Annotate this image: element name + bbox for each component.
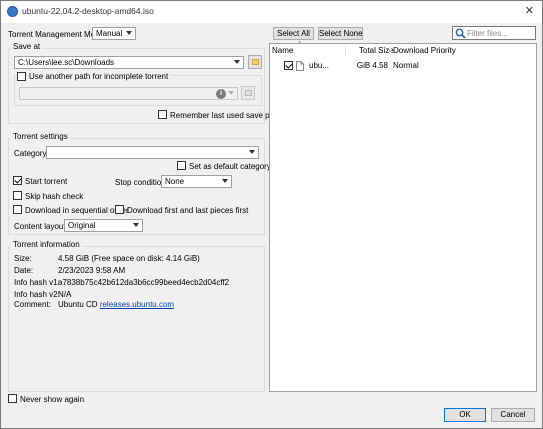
cancel-button[interactable]: Cancel	[491, 408, 535, 422]
comment-text: Ubuntu CD	[58, 300, 98, 309]
file-icon	[296, 61, 304, 71]
skip-hash-label: Skip hash check	[25, 192, 84, 201]
column-header-name[interactable]: Name	[272, 46, 293, 55]
search-icon	[455, 28, 466, 39]
ok-button[interactable]: OK	[444, 408, 486, 422]
file-row-size: 4.58 GiB	[356, 61, 388, 70]
select-all-button[interactable]: Select All	[273, 27, 314, 40]
never-show-label: Never show again	[20, 395, 85, 404]
skip-hash-checkbox[interactable]	[13, 191, 22, 200]
close-icon[interactable]: ✕	[525, 4, 534, 17]
file-row-priority[interactable]: Normal	[393, 61, 419, 70]
column-separator[interactable]	[390, 46, 391, 56]
first-last-label: Download first and last pieces first	[127, 206, 249, 215]
tmm-select[interactable]: Manual	[92, 27, 136, 40]
use-another-path-checkbox[interactable]	[17, 72, 26, 81]
chevron-down-icon	[222, 179, 228, 183]
folder-icon	[245, 90, 252, 96]
incomplete-path-combo[interactable]: i	[19, 87, 238, 100]
start-torrent-label: Start torrent	[25, 177, 68, 186]
file-tree[interactable]: ^ Name Total Size Download Priority ubu.…	[269, 41, 537, 392]
set-default-category-label: Set as default category	[189, 162, 271, 171]
comment-link[interactable]: releases.ubuntu.com	[100, 300, 174, 309]
first-last-checkbox[interactable]	[115, 205, 124, 214]
torrent-info-title: Torrent information	[11, 240, 82, 249]
file-row-checkbox[interactable]	[284, 61, 293, 70]
chevron-down-icon	[228, 91, 234, 95]
stop-condition-select[interactable]: None	[161, 175, 232, 188]
info-hash-v1-value: a7838b75c42b612da3b6cc99beed4ecb2d04cff2	[58, 278, 230, 287]
chevron-down-icon	[133, 223, 139, 227]
info-hash-v2-value: N/A	[58, 290, 72, 299]
torrent-settings-title: Torrent settings	[11, 132, 70, 141]
content-layout-label: Content layout:	[14, 222, 68, 231]
window-title: ubuntu-22.04.2-desktop-amd64.iso	[22, 6, 154, 16]
sequential-label: Download in sequential order	[25, 206, 129, 215]
app-icon	[7, 6, 18, 17]
filter-files-placeholder: Filter files...	[467, 29, 508, 38]
title-bar: ubuntu-22.04.2-desktop-amd64.iso ✕	[1, 1, 542, 23]
date-label: Date:	[14, 266, 34, 275]
info-hash-v1-label: Info hash v1:	[14, 278, 60, 287]
category-combo[interactable]	[46, 146, 259, 159]
info-icon: i	[216, 89, 226, 99]
size-label: Size:	[14, 254, 32, 263]
content-layout-value: Original	[68, 221, 96, 230]
chevron-down-icon	[126, 31, 132, 35]
column-separator[interactable]	[345, 46, 346, 56]
chevron-down-icon	[234, 60, 240, 64]
add-torrent-dialog: ubuntu-22.04.2-desktop-amd64.iso ✕ Torre…	[0, 0, 543, 429]
content-layout-select[interactable]: Original	[64, 219, 143, 232]
sequential-checkbox[interactable]	[13, 205, 22, 214]
info-hash-v2-label: Info hash v2:	[14, 290, 60, 299]
size-value: 4.58 GiB (Free space on disk: 4.14 GiB)	[58, 254, 200, 263]
never-show-checkbox[interactable]	[8, 394, 17, 403]
category-label: Category:	[14, 149, 49, 158]
stop-condition-value: None	[165, 177, 185, 186]
browse-incomplete-button[interactable]	[241, 86, 255, 100]
save-path-value: C:\Users\lee.sc\Downloads	[18, 58, 115, 67]
start-torrent-checkbox[interactable]	[13, 176, 22, 185]
save-at-title: Save at	[11, 42, 43, 51]
chevron-down-icon	[249, 150, 255, 154]
save-path-combo[interactable]: C:\Users\lee.sc\Downloads	[14, 56, 244, 69]
use-another-path-label: Use another path for incomplete torrent	[29, 72, 171, 81]
folder-icon	[252, 59, 259, 65]
browse-folder-button[interactable]	[248, 55, 262, 69]
filter-files-input[interactable]: Filter files...	[452, 26, 536, 40]
select-none-button[interactable]: Select None	[318, 27, 363, 40]
comment-value: Ubuntu CD releases.ubuntu.com	[58, 300, 174, 309]
remember-path-label: Remember last used save path	[170, 111, 281, 120]
date-value: 2/23/2023 9:58 AM	[58, 266, 126, 275]
file-row[interactable]: ubu... 4.58 GiB Normal	[270, 59, 536, 73]
torrent-info-group	[8, 246, 265, 392]
stop-condition-label: Stop condition:	[115, 178, 168, 187]
comment-label: Comment:	[14, 300, 51, 309]
column-header-priority[interactable]: Download Priority	[393, 46, 456, 55]
remember-path-checkbox[interactable]	[158, 110, 167, 119]
set-default-category-checkbox[interactable]	[177, 161, 186, 170]
tmm-value: Manual	[96, 29, 123, 38]
file-row-name: ubu...	[309, 61, 330, 70]
column-header-size[interactable]: Total Size	[359, 46, 394, 55]
sort-arrow-icon: ^	[298, 41, 302, 48]
